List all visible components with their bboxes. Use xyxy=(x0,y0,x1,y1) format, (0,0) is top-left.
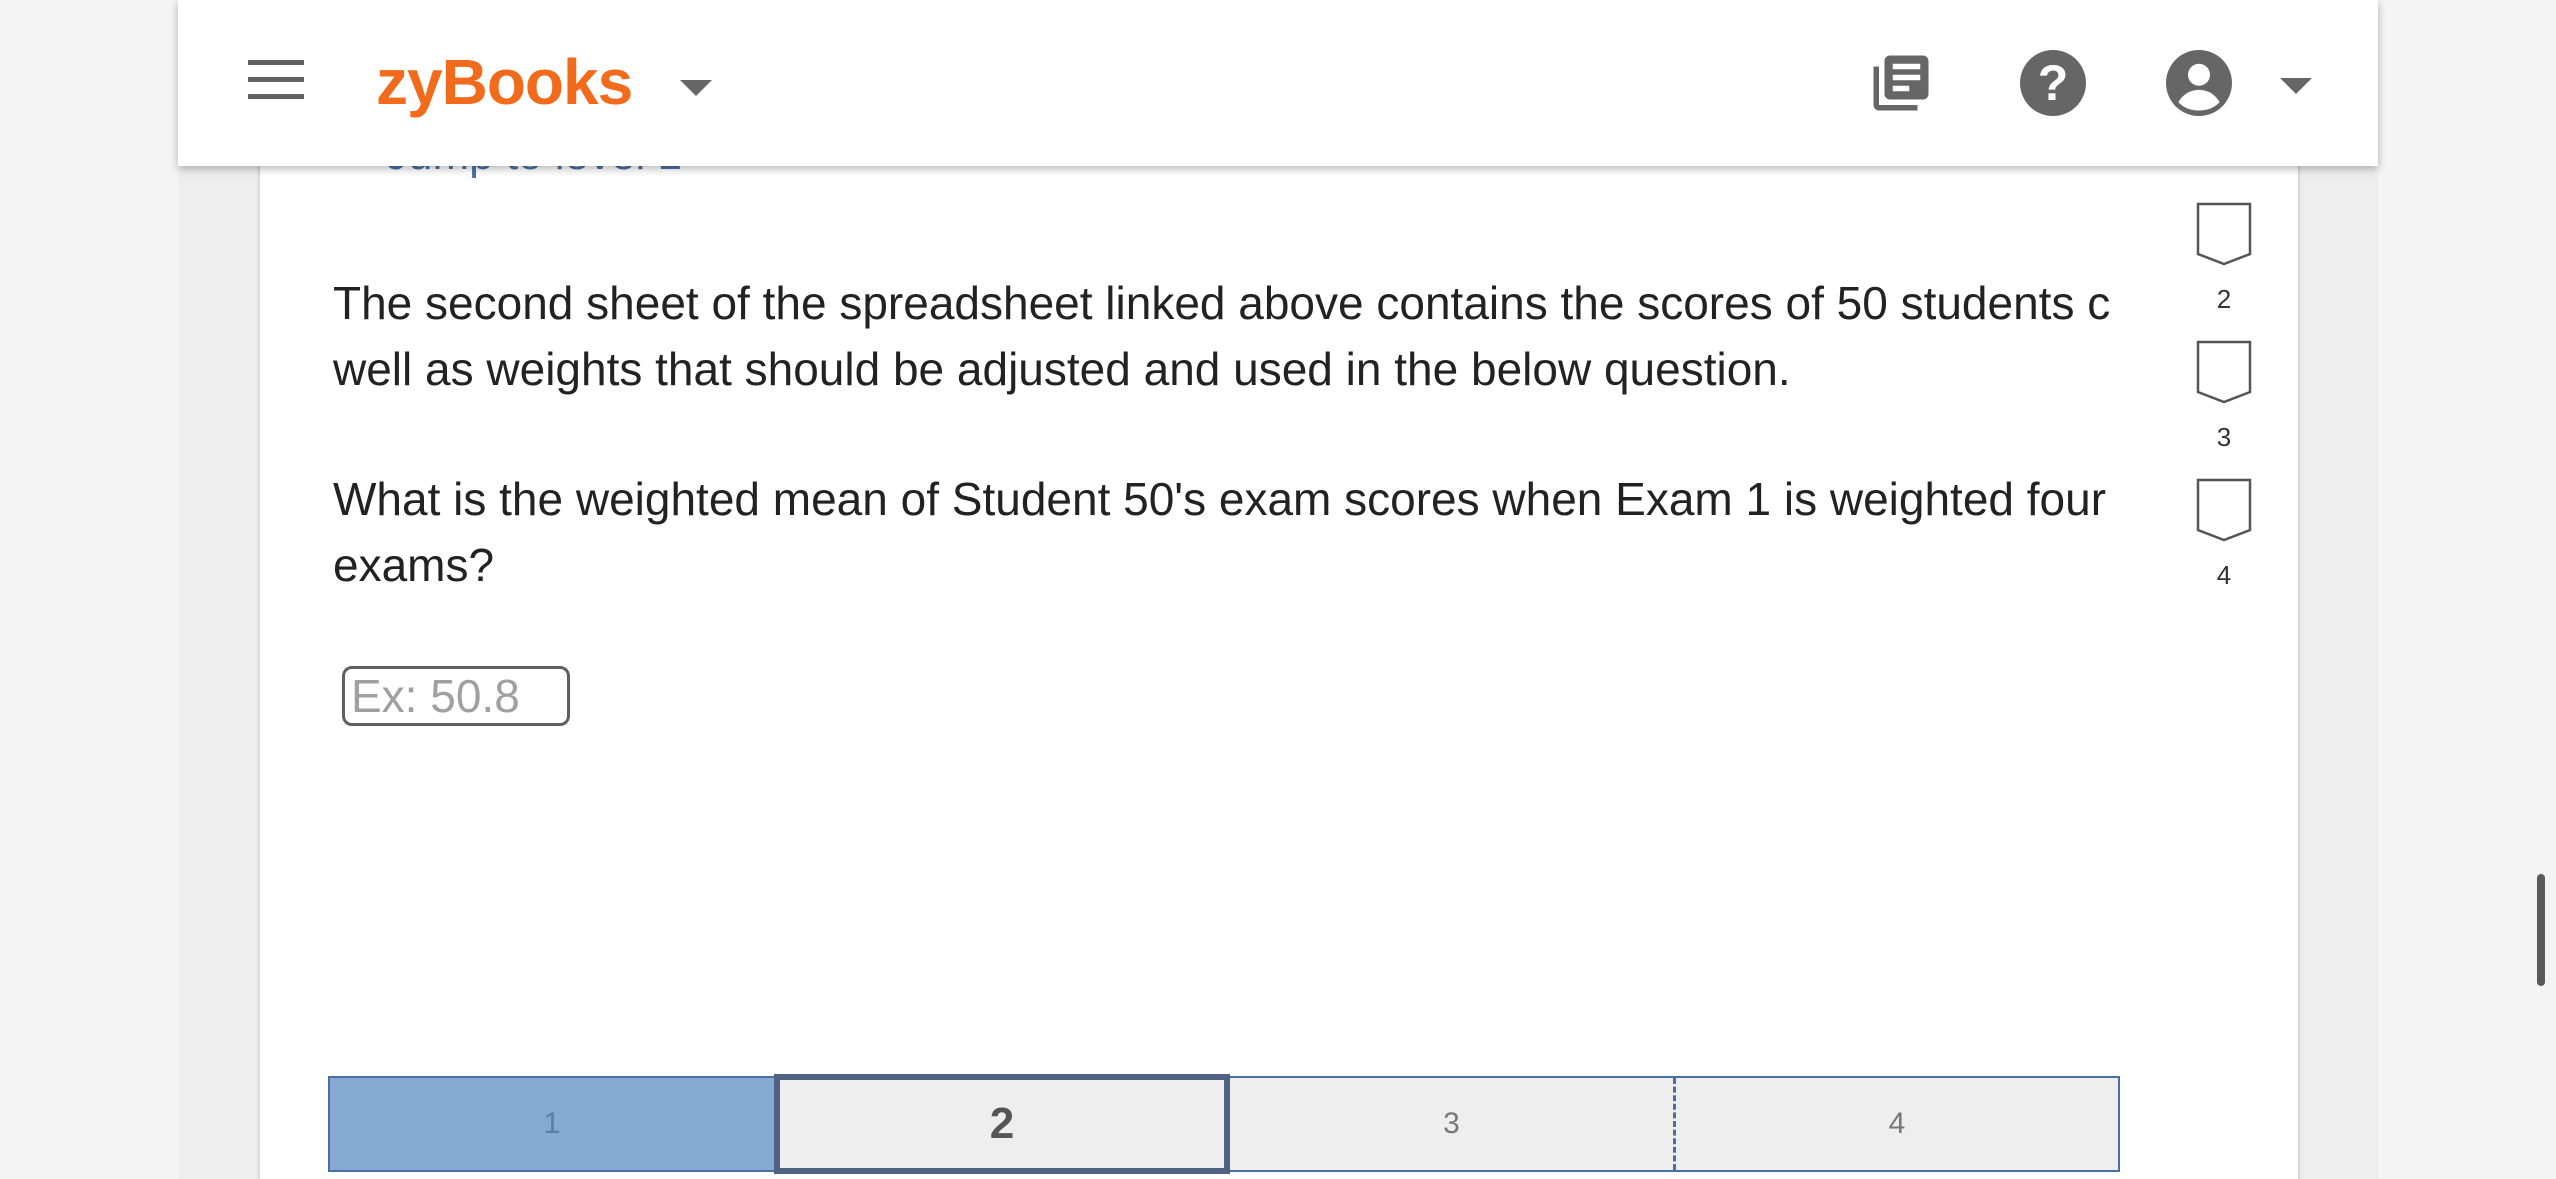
question-intro-line-2: well as weights that should be adjusted … xyxy=(333,343,1791,395)
question-intro: The second sheet of the spreadsheet link… xyxy=(333,270,2153,402)
question-prompt: What is the weighted mean of Student 50'… xyxy=(333,466,2153,598)
level-segment-3[interactable]: 3 xyxy=(1230,1078,1676,1170)
level-segment-1[interactable]: 1 xyxy=(330,1078,774,1170)
level-flag-icon xyxy=(2196,202,2252,266)
library-icon[interactable] xyxy=(1868,50,1934,116)
level-marker-4: 4 xyxy=(2196,478,2256,591)
level-marker-number: 4 xyxy=(2216,560,2232,590)
hamburger-menu-icon[interactable] xyxy=(248,60,304,100)
level-segment-2[interactable]: 2 xyxy=(774,1074,1230,1174)
level-marker-number: 2 xyxy=(2216,284,2232,314)
activity-card xyxy=(260,100,2298,1179)
help-icon[interactable]: ? xyxy=(2020,50,2086,116)
question-intro-line-1: The second sheet of the spreadsheet link… xyxy=(333,277,2111,329)
level-progress-bar: 1 2 3 4 xyxy=(328,1074,2120,1174)
account-icon[interactable] xyxy=(2166,50,2232,116)
question-prompt-line-2: exams? xyxy=(333,539,495,591)
scrollbar-thumb[interactable] xyxy=(2537,874,2545,986)
level-marker-2: 2 xyxy=(2196,202,2256,315)
level-marker-3: 3 xyxy=(2196,340,2256,453)
level-segment-4[interactable]: 4 xyxy=(1676,1078,2118,1170)
top-navbar: zyBooks ? xyxy=(178,0,2378,166)
level-flag-icon xyxy=(2196,478,2252,542)
level-marker-number: 3 xyxy=(2216,422,2232,452)
level-flag-icon xyxy=(2196,340,2252,404)
zybooks-logo[interactable]: zyBooks xyxy=(376,42,633,122)
answer-input[interactable] xyxy=(342,666,570,726)
account-chevron-down-icon[interactable] xyxy=(2280,78,2312,94)
chevron-down-icon[interactable] xyxy=(680,80,712,96)
question-prompt-line-1: What is the weighted mean of Student 50'… xyxy=(333,473,2107,525)
page: zyBooks ? Jump to level 1 The second she… xyxy=(0,0,2556,1179)
